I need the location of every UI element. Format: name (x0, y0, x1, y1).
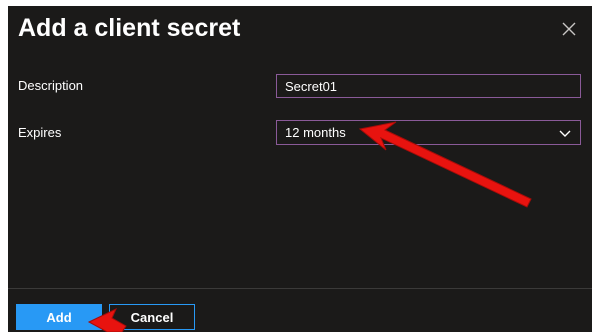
cancel-button[interactable]: Cancel (109, 304, 195, 330)
close-icon (562, 22, 576, 36)
expires-label: Expires (18, 125, 62, 140)
expires-dropdown[interactable]: 12 months (276, 120, 581, 145)
screenshot-stage: Add a client secret Description Expires … (0, 0, 592, 332)
dialog-title: Add a client secret (18, 14, 241, 42)
chevron-down-icon (558, 126, 572, 140)
description-label: Description (18, 78, 84, 93)
description-input[interactable] (276, 74, 581, 98)
expires-selected-value: 12 months (285, 125, 346, 140)
footer-divider (8, 288, 592, 289)
close-button[interactable] (556, 16, 582, 42)
add-client-secret-dialog: Add a client secret Description Expires … (8, 6, 592, 332)
add-button[interactable]: Add (16, 304, 102, 330)
